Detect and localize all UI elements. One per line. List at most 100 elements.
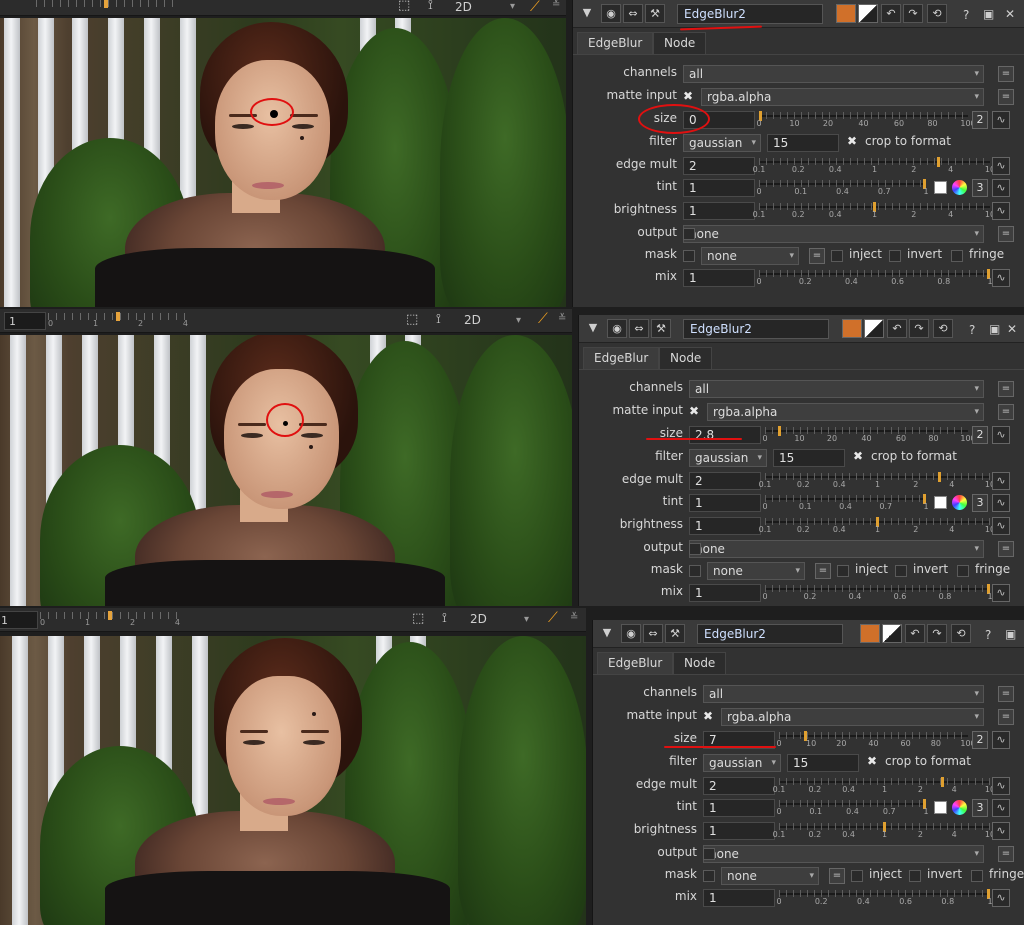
view-mode[interactable]: 2D bbox=[464, 313, 481, 327]
link-icon[interactable]: = bbox=[998, 226, 1014, 242]
fringe-checkbox[interactable] bbox=[951, 250, 963, 262]
link-icon[interactable]: = bbox=[998, 709, 1014, 725]
animation-curve-icon[interactable]: ∿ bbox=[992, 494, 1010, 512]
link-icon[interactable]: = bbox=[998, 66, 1014, 82]
tint-channels-button[interactable]: 3 bbox=[972, 799, 988, 817]
wrench-icon[interactable]: ⚒ bbox=[645, 4, 665, 23]
tint-field[interactable]: 1 bbox=[703, 799, 775, 817]
menu-chevron-icon[interactable]: ≚ bbox=[570, 612, 578, 623]
node-color-icon[interactable] bbox=[842, 319, 862, 338]
viewer-node-icon[interactable]: ◉ bbox=[601, 4, 621, 23]
value-slider[interactable]: 0.1 0.2 0.4 1 2 4 10 bbox=[773, 777, 995, 795]
animation-curve-icon[interactable]: ∿ bbox=[992, 799, 1010, 817]
gl-color-icon[interactable] bbox=[882, 624, 902, 643]
animation-curve-icon[interactable]: ∿ bbox=[992, 517, 1010, 535]
link-icon[interactable]: = bbox=[998, 381, 1014, 397]
matte-input-dropdown[interactable]: rgba.alpha ▾ bbox=[721, 708, 984, 726]
dropdown-chevron-icon[interactable]: ▾ bbox=[516, 315, 521, 326]
invert-checkbox[interactable] bbox=[895, 565, 907, 577]
mask-checkbox[interactable] bbox=[683, 250, 695, 262]
link-icon[interactable]: = bbox=[998, 89, 1014, 105]
animation-curve-icon[interactable]: ∿ bbox=[992, 269, 1010, 287]
node-name-field[interactable]: EdgeBlur2 bbox=[683, 319, 829, 339]
output-checkbox[interactable] bbox=[703, 848, 715, 860]
gl-color-icon[interactable] bbox=[858, 4, 878, 23]
dropdown-chevron-icon[interactable]: ▾ bbox=[510, 1, 515, 12]
node-color-icon[interactable] bbox=[860, 624, 880, 643]
value-slider[interactable]: 0.1 0.2 0.4 1 2 4 10 bbox=[753, 157, 995, 175]
filter-quality-field[interactable]: 15 bbox=[787, 754, 859, 772]
value-slider[interactable]: 0.1 0.2 0.4 1 2 4 10 bbox=[759, 517, 995, 535]
tab-node[interactable]: Node bbox=[653, 32, 707, 54]
mix-field[interactable]: 1 bbox=[683, 269, 755, 287]
color-wheel-icon[interactable] bbox=[952, 495, 967, 510]
color-picker-wand-icon[interactable]: ⟋ bbox=[530, 0, 540, 15]
animation-curve-icon[interactable]: ∿ bbox=[992, 889, 1010, 907]
animation-curve-icon[interactable]: ∿ bbox=[992, 472, 1010, 490]
undo-icon[interactable]: ↶ bbox=[887, 319, 907, 338]
animation-curve-icon[interactable]: ∿ bbox=[992, 584, 1010, 602]
link-icon[interactable]: = bbox=[809, 248, 825, 264]
help-icon[interactable]: ? bbox=[985, 628, 991, 642]
transform-handle-icon[interactable]: ⟟ bbox=[428, 0, 433, 13]
matte-input-dropdown[interactable]: rgba.alpha ▾ bbox=[707, 403, 984, 421]
undo-icon[interactable]: ↶ bbox=[905, 624, 925, 643]
value-slider[interactable]: 0 0.2 0.4 0.6 0.8 1 bbox=[756, 269, 993, 287]
filter-quality-field[interactable]: 15 bbox=[767, 134, 839, 152]
output-dropdown[interactable]: none ▾ bbox=[689, 540, 984, 558]
invert-checkbox[interactable] bbox=[889, 250, 901, 262]
filter-dropdown[interactable]: gaussian ▾ bbox=[703, 754, 781, 772]
mask-dropdown[interactable]: none ▾ bbox=[701, 247, 799, 265]
frame-field[interactable]: 1 bbox=[0, 611, 38, 629]
crop-to-format-checkbox[interactable]: ✖ bbox=[867, 754, 877, 768]
tab-node[interactable]: Node bbox=[659, 347, 713, 369]
animation-curve-icon[interactable]: ∿ bbox=[992, 777, 1010, 795]
dropdown-chevron-icon[interactable]: ▾ bbox=[524, 614, 529, 625]
timeline-handle[interactable] bbox=[116, 312, 120, 321]
centre-node-icon[interactable]: ⇔ bbox=[643, 624, 663, 643]
mix-field[interactable]: 1 bbox=[689, 584, 761, 602]
float-icon[interactable]: ▣ bbox=[989, 322, 1000, 336]
tab-edgeblur[interactable]: EdgeBlur bbox=[583, 347, 660, 369]
disable-matte-icon[interactable]: ✖ bbox=[683, 89, 693, 103]
output-dropdown[interactable]: none ▾ bbox=[683, 225, 984, 243]
value-slider[interactable]: 0 0.1 0.4 0.7 1 bbox=[756, 179, 929, 197]
value-slider[interactable]: 0.1 0.2 0.4 1 2 4 10 bbox=[773, 822, 995, 840]
roi-icon[interactable]: ⬚ bbox=[406, 312, 418, 327]
timeline-slider[interactable]: 0 1 2 4 bbox=[40, 611, 180, 628]
timeline-handle[interactable] bbox=[108, 611, 112, 620]
channels-dropdown[interactable]: all ▾ bbox=[689, 380, 984, 398]
filter-dropdown[interactable]: gaussian ▾ bbox=[683, 134, 761, 152]
edge-mult-field[interactable]: 2 bbox=[683, 157, 755, 175]
tint-channels-button[interactable]: 3 bbox=[972, 179, 988, 197]
animation-curve-icon[interactable]: ∿ bbox=[992, 179, 1010, 197]
output-dropdown[interactable]: none ▾ bbox=[703, 845, 984, 863]
size-channels-button[interactable]: 2 bbox=[972, 731, 988, 749]
inject-checkbox[interactable] bbox=[851, 870, 863, 882]
crop-to-format-checkbox[interactable]: ✖ bbox=[847, 134, 857, 148]
channels-dropdown[interactable]: all ▾ bbox=[703, 685, 984, 703]
matte-input-dropdown[interactable]: rgba.alpha ▾ bbox=[701, 88, 984, 106]
link-icon[interactable]: = bbox=[998, 846, 1014, 862]
brightness-field[interactable]: 1 bbox=[683, 202, 755, 220]
color-swatch[interactable] bbox=[934, 496, 947, 509]
revert-icon[interactable]: ⟲ bbox=[933, 319, 953, 338]
link-icon[interactable]: = bbox=[998, 404, 1014, 420]
redo-icon[interactable]: ↷ bbox=[909, 319, 929, 338]
roi-icon[interactable]: ⬚ bbox=[398, 0, 410, 13]
transform-handle-icon[interactable]: ⟟ bbox=[436, 312, 441, 327]
channels-dropdown[interactable]: all ▾ bbox=[683, 65, 984, 83]
fringe-checkbox[interactable] bbox=[957, 565, 969, 577]
size-field[interactable]: 2.8 bbox=[689, 426, 761, 444]
inject-checkbox[interactable] bbox=[837, 565, 849, 577]
tint-field[interactable]: 1 bbox=[683, 179, 755, 197]
color-wheel-icon[interactable] bbox=[952, 800, 967, 815]
animation-curve-icon[interactable]: ∿ bbox=[992, 157, 1010, 175]
centre-node-icon[interactable]: ⇔ bbox=[623, 4, 643, 23]
view-mode[interactable]: 2D bbox=[455, 0, 472, 14]
wrench-icon[interactable]: ⚒ bbox=[651, 319, 671, 338]
edge-mult-field[interactable]: 2 bbox=[703, 777, 775, 795]
collapse-icon[interactable]: ▼ bbox=[583, 319, 603, 338]
crop-to-format-checkbox[interactable]: ✖ bbox=[853, 449, 863, 463]
edge-mult-field[interactable]: 2 bbox=[689, 472, 761, 490]
